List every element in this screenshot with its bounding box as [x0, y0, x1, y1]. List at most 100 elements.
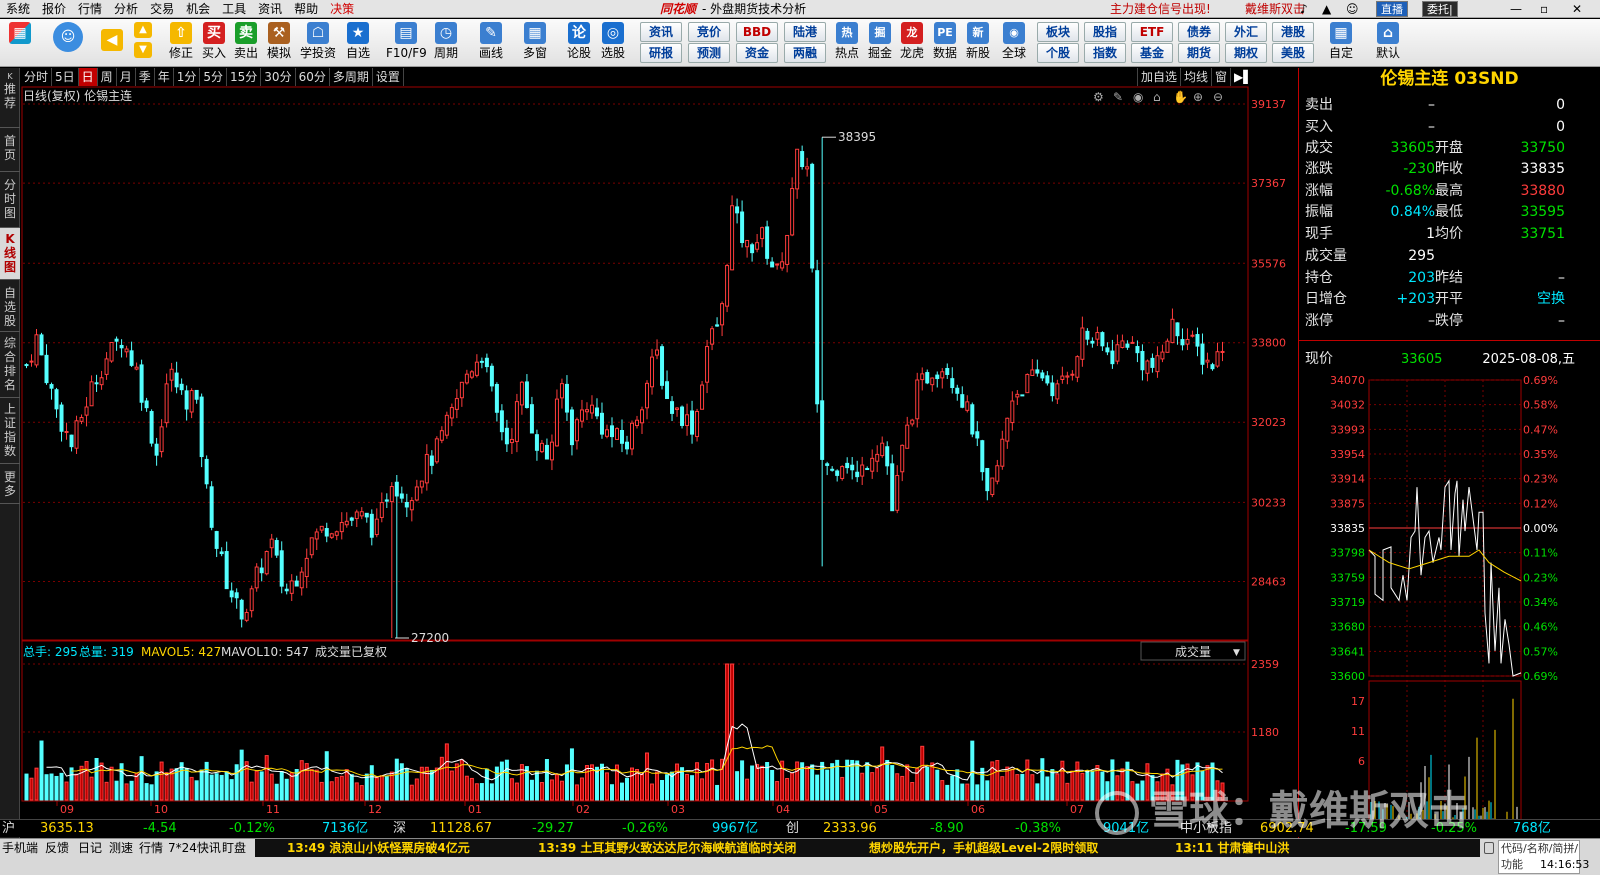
tool3-1[interactable]: ⌂ 默认: [1372, 21, 1404, 65]
period-10[interactable]: 30分: [261, 68, 296, 86]
status-item-5[interactable]: 7*24快讯: [168, 840, 221, 856]
message-icon[interactable]: ▲: [1322, 0, 1331, 18]
intraday-minichart[interactable]: 34070 0.69% 34032 0.58% 33993 0.47% 33954 0.35%…: [1299, 376, 1600, 836]
menu-tools[interactable]: 工具: [216, 0, 252, 18]
add-watchlist-button[interactable]: 加自选: [1137, 68, 1180, 86]
quick-btn-0[interactable]: 资讯: [640, 22, 682, 42]
kline-chart[interactable]: 39137 37367 35576 33800 32023 30233 28463 日线(复权…: [21, 86, 1298, 819]
period-5[interactable]: 季: [136, 68, 155, 86]
user-name[interactable]: 戴维斯双击: [1245, 0, 1305, 18]
tool-9[interactable]: ▦ 多窗: [519, 21, 551, 65]
promo-link[interactable]: 主力建仓信号出现!: [1110, 0, 1211, 18]
period-8[interactable]: 5分: [200, 68, 228, 86]
minimize-icon[interactable]: —: [1510, 0, 1522, 18]
tool2-2[interactable]: 龙龙虎: [896, 21, 928, 65]
quick-btn-4[interactable]: 研报: [640, 43, 682, 63]
bell-icon[interactable]: ♪: [1300, 0, 1308, 18]
market-btn-10[interactable]: 期权: [1225, 43, 1267, 63]
ticker-item[interactable]: 13:49 浪浪山小妖怪票房破4亿元: [287, 840, 470, 856]
ticker-item[interactable]: 想炒股先开户，手机超级Level-2限时领取: [869, 840, 1098, 856]
up-down-tool[interactable]: ▲ ▼: [132, 21, 154, 65]
ticker-item[interactable]: 13:11 甘肃镛中山洪: [1175, 840, 1289, 856]
market-btn-2[interactable]: ETF: [1131, 22, 1173, 42]
period-7[interactable]: 1分: [174, 68, 201, 86]
tool-3[interactable]: ⚒ 模拟: [263, 21, 295, 65]
quick-btn-6[interactable]: 资金: [736, 43, 778, 63]
market-btn-8[interactable]: 基金: [1131, 43, 1173, 63]
expand-arrow-icon[interactable]: ▶▌: [1230, 68, 1255, 86]
tool3-0[interactable]: ▦ 自定: [1325, 21, 1357, 65]
market-btn-7[interactable]: 指数: [1084, 43, 1126, 63]
menu-market[interactable]: 行情: [72, 0, 108, 18]
quick-btn-1[interactable]: 竞价: [688, 22, 730, 42]
account-icon[interactable]: ☺: [1346, 0, 1359, 18]
status-item-2[interactable]: 日记: [78, 840, 102, 856]
live-button[interactable]: 直播: [1376, 1, 1408, 17]
tool-6[interactable]: ▤ F10/F9: [386, 21, 427, 65]
tool-10[interactable]: 论论股: [563, 21, 595, 65]
menu-news[interactable]: 资讯: [252, 0, 288, 18]
back-tool[interactable]: ◀: [96, 21, 128, 65]
sidetab-sh-index[interactable]: 上证指数: [0, 398, 20, 464]
tool2-4[interactable]: 新新股: [962, 21, 994, 65]
quick-btn-3[interactable]: 陆港: [784, 22, 826, 42]
tool2-0[interactable]: 热热点: [831, 21, 863, 65]
menu-trade[interactable]: 交易: [144, 0, 180, 18]
menu-decision[interactable]: 决策: [324, 0, 360, 18]
tool-5[interactable]: ★ 自选: [342, 21, 374, 65]
ma-line-button[interactable]: 均线: [1180, 68, 1211, 86]
menu-quote[interactable]: 报价: [36, 0, 72, 18]
sidetab-recommend[interactable]: K 推荐: [0, 68, 20, 128]
menu-analysis[interactable]: 分析: [108, 0, 144, 18]
sidetab-ranking[interactable]: 综合排名: [0, 332, 20, 398]
market-btn-4[interactable]: 外汇: [1225, 22, 1267, 42]
menu-chance[interactable]: 机会: [180, 0, 216, 18]
period-3[interactable]: 周: [98, 68, 117, 86]
robot-tool[interactable]: ☺: [48, 21, 88, 65]
period-12[interactable]: 多周期: [330, 68, 373, 86]
tool-4[interactable]: ☖ 学投资: [298, 21, 338, 65]
tool-7[interactable]: ◷ 周期: [430, 21, 462, 65]
sidetab-watchlist[interactable]: 自选股: [0, 280, 20, 332]
search-icon[interactable]: [1484, 842, 1494, 854]
status-item-3[interactable]: 测速: [109, 840, 133, 856]
period-11[interactable]: 60分: [296, 68, 330, 86]
period-0[interactable]: 分时: [21, 68, 53, 86]
tool2-3[interactable]: PE 数据: [929, 21, 961, 65]
trade-button[interactable]: 委托|: [1422, 1, 1458, 17]
menu-system[interactable]: 系统: [0, 0, 36, 18]
tool-0[interactable]: ⇧ 修正: [165, 21, 197, 65]
cy-index-name[interactable]: 创: [786, 820, 799, 838]
maximize-icon[interactable]: ▫: [1540, 0, 1548, 18]
period-13[interactable]: 设置: [373, 68, 404, 86]
tool-1[interactable]: 买买入: [198, 21, 230, 65]
menu-help[interactable]: 帮助: [288, 0, 324, 18]
period-4[interactable]: 月: [117, 68, 136, 86]
tool-8[interactable]: ✎ 画线: [475, 21, 507, 65]
tool-11[interactable]: ◎ 选股: [597, 21, 629, 65]
news-ticker[interactable]: 13:49 浪浪山小妖怪票房破4亿元 13:39 土耳其野火致达达尼尔海峡航道临…: [255, 839, 1480, 857]
market-btn-3[interactable]: 债券: [1178, 22, 1220, 42]
market-btn-9[interactable]: 期货: [1178, 43, 1220, 63]
ticker-item[interactable]: 13:39 土耳其野火致达达尼尔海峡航道临时关闭: [538, 840, 796, 856]
market-btn-6[interactable]: 个股: [1037, 43, 1079, 63]
period-2[interactable]: 日: [78, 68, 98, 86]
period-9[interactable]: 15分: [227, 68, 262, 86]
market-btn-11[interactable]: 美股: [1272, 43, 1314, 63]
quick-btn-7[interactable]: 两融: [784, 43, 826, 63]
sh-index-name[interactable]: 沪: [2, 820, 15, 838]
sidetab-home[interactable]: 首页: [0, 128, 20, 172]
close-icon[interactable]: ✕: [1572, 0, 1582, 18]
home-tool[interactable]: ▦: [4, 21, 36, 65]
quick-btn-2[interactable]: BBD: [736, 22, 778, 42]
sz-index-name[interactable]: 深: [393, 820, 406, 838]
market-btn-1[interactable]: 股指: [1084, 22, 1126, 42]
market-btn-0[interactable]: 板块: [1037, 22, 1079, 42]
status-item-6[interactable]: 盯盘: [222, 840, 246, 856]
sidetab-timeline[interactable]: 分时图: [0, 172, 20, 228]
status-item-1[interactable]: 反馈: [45, 840, 69, 856]
sidetab-more[interactable]: 更多: [0, 464, 20, 504]
tool2-5[interactable]: ◉ 全球: [998, 21, 1030, 65]
tool2-1[interactable]: 掘掘金: [864, 21, 896, 65]
status-item-4[interactable]: 行情: [139, 840, 163, 856]
